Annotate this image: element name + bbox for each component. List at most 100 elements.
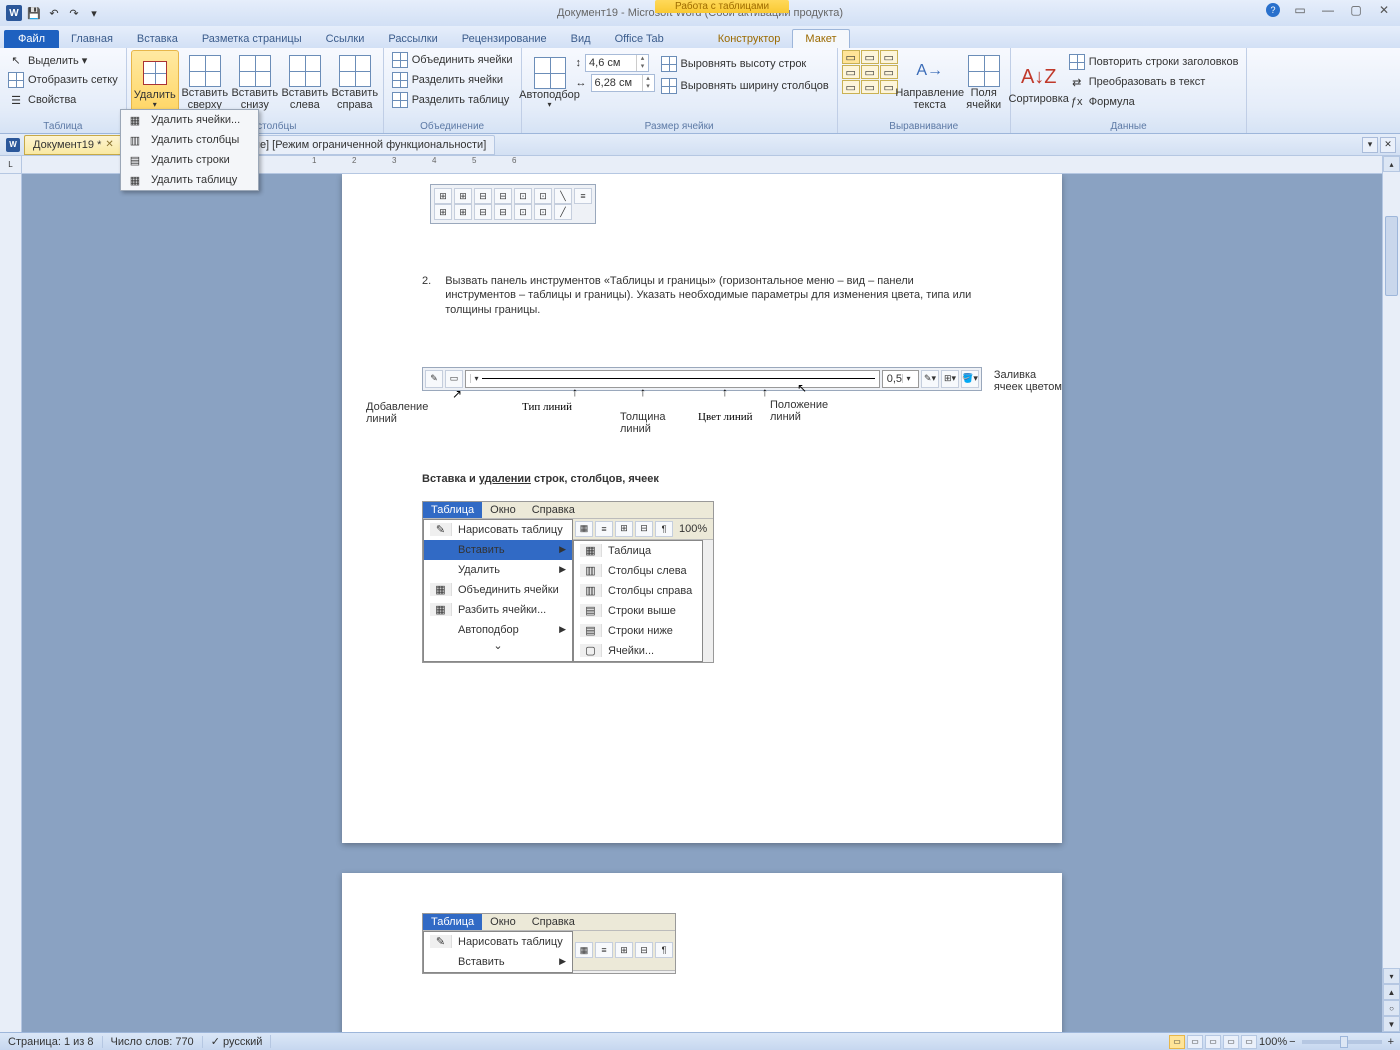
zoom-slider[interactable] <box>1302 1040 1382 1044</box>
workspace: L 123 456 ⊞⊞⊟⊟⊡⊡╲≡ ⊞⊞⊟⊟⊡⊡╱ 2. Выз <box>0 156 1400 1032</box>
view-fullscreen[interactable]: ▭ <box>1187 1035 1203 1049</box>
delete-table-item[interactable]: ▦Удалить таблицу <box>121 170 258 190</box>
group-cell-size: Автоподбор▾ ↕▴▾ ↔▴▾ Выровнять высоту стр… <box>522 48 838 133</box>
line-weight: 0,5▾ <box>882 370 919 388</box>
delete-rows-item[interactable]: ▤Удалить строки <box>121 150 258 170</box>
delete-cells-item[interactable]: ▦Удалить ячейки... <box>121 110 258 130</box>
tab-view[interactable]: Вид <box>559 30 603 48</box>
paragraph-text: Вызвать панель инструментов «Таблицы и г… <box>445 274 982 317</box>
page-2: Таблица Окно Справка ✎Нарисовать таблицу… <box>342 873 1062 1032</box>
view-print-layout[interactable]: ▭ <box>1169 1035 1185 1049</box>
status-page[interactable]: Страница: 1 из 8 <box>0 1036 103 1048</box>
tabs-close-icon[interactable]: ✕ <box>1380 137 1396 153</box>
convert-text-button[interactable]: ⇄Преобразовать в текст <box>1065 72 1243 92</box>
sort-button[interactable]: A↓ZСортировка <box>1015 50 1063 116</box>
table-tools-label: Работа с таблицами <box>655 0 789 13</box>
tab-office-tab[interactable]: Office Tab <box>603 30 676 48</box>
scroll-thumb[interactable] <box>1385 216 1398 296</box>
insert-left-button[interactable]: Вставить слева <box>281 50 329 116</box>
tab-page-layout[interactable]: Разметка страницы <box>190 30 314 48</box>
select-button[interactable]: ↖Выделить ▾ <box>4 50 122 70</box>
group-table-label: Таблица <box>4 120 122 133</box>
prev-page-icon[interactable]: ▲ <box>1383 984 1400 1000</box>
help-icon[interactable]: ? <box>1266 3 1280 17</box>
undo-icon[interactable]: ↶ <box>46 5 62 21</box>
close-icon[interactable]: ✕ <box>1372 2 1396 18</box>
zoom-out-icon[interactable]: − <box>1289 1036 1295 1048</box>
delete-dropdown: ▦Удалить ячейки... ▥Удалить столбцы ▤Уда… <box>120 109 259 191</box>
split-table-icon <box>392 92 408 108</box>
tab-close-icon[interactable]: ✕ <box>105 139 113 150</box>
zoom-value[interactable]: 100% <box>1259 1036 1287 1048</box>
insert-left-icon <box>289 55 321 87</box>
group-data-label: Данные <box>1015 120 1243 133</box>
split-cells-button[interactable]: Разделить ячейки <box>388 70 517 90</box>
tab-mailings[interactable]: Рассылки <box>376 30 449 48</box>
scroll-up-icon[interactable]: ▴ <box>1383 156 1400 172</box>
row-height-input[interactable]: ▴▾ <box>585 54 649 72</box>
next-page-icon[interactable]: ▼ <box>1383 1016 1400 1032</box>
section-heading: Вставка и удалении строк, столбцов, ячее… <box>422 471 982 487</box>
view-draft[interactable]: ▭ <box>1241 1035 1257 1049</box>
view-web[interactable]: ▭ <box>1205 1035 1221 1049</box>
group-data: A↓ZСортировка Повторить строки заголовко… <box>1011 48 1248 133</box>
split-table-button[interactable]: Разделить таблицу <box>388 90 517 110</box>
dist-cols-icon <box>661 78 677 94</box>
insert-right-button[interactable]: Вставить справа <box>331 50 379 116</box>
qat-more-icon[interactable]: ▾ <box>86 5 102 21</box>
show-grid-button[interactable]: Отобразить сетку <box>4 70 122 90</box>
repeat-header-button[interactable]: Повторить строки заголовков <box>1065 52 1243 72</box>
delete-button[interactable]: Удалить▾ <box>131 50 179 116</box>
line-style-select: ▾ <box>465 370 880 388</box>
delete-table-icon <box>139 57 171 89</box>
group-align-label: Выравнивание <box>842 120 1006 133</box>
tab-references[interactable]: Ссылки <box>314 30 377 48</box>
tabs-dropdown-icon[interactable]: ▾ <box>1362 137 1378 153</box>
autofit-button[interactable]: Автоподбор▾ <box>526 50 574 116</box>
tab-table-layout[interactable]: Макет <box>792 29 849 48</box>
status-words[interactable]: Число слов: 770 <box>103 1036 203 1048</box>
insert-below-icon <box>239 55 271 87</box>
zoom-in-icon[interactable]: + <box>1388 1036 1394 1048</box>
embedded-borders-toolbar: ⊞⊞⊟⊟⊡⊡╲≡ ⊞⊞⊟⊟⊡⊡╱ <box>430 184 596 224</box>
scroll-down-icon[interactable]: ▾ <box>1383 968 1400 984</box>
vertical-scrollbar[interactable]: ▴ ▾ ▲ ○ ▼ <box>1382 156 1400 1032</box>
document-area[interactable]: ⊞⊞⊟⊟⊡⊡╲≡ ⊞⊞⊟⊟⊡⊡╱ 2. Вызвать панель инстр… <box>22 174 1382 1032</box>
distribute-cols-button[interactable]: Выровнять ширину столбцов <box>657 76 833 96</box>
vertical-ruler[interactable] <box>0 174 22 1032</box>
ribbon-minimize-icon[interactable]: ▭ <box>1288 2 1312 18</box>
group-merge: Объединить ячейки Разделить ячейки Разде… <box>384 48 522 133</box>
properties-button[interactable]: ☰Свойства <box>4 90 122 110</box>
delete-cols-item[interactable]: ▥Удалить столбцы <box>121 130 258 150</box>
distribute-rows-button[interactable]: Выровнять высоту строк <box>657 54 833 74</box>
insert-above-button[interactable]: Вставить сверху <box>181 50 229 116</box>
minimize-icon[interactable]: — <box>1316 2 1340 18</box>
maximize-icon[interactable]: ▢ <box>1344 2 1368 18</box>
cell-margins-button[interactable]: Поля ячейки <box>962 50 1006 116</box>
insert-below-button[interactable]: Вставить снизу <box>231 50 279 116</box>
row-height-icon: ↕ <box>576 57 582 69</box>
redo-icon[interactable]: ↷ <box>66 5 82 21</box>
cursor-icon: ↖ <box>8 52 24 68</box>
ruler-corner[interactable]: L <box>0 156 22 174</box>
delete-cells-icon: ▦ <box>127 112 143 128</box>
text-direction-button[interactable]: A→Направление текста <box>900 50 960 116</box>
embedded-line-toolbar: ✎ ▭ ▾ 0,5▾ ✎▾ ⊞▾ 🪣▾ <box>422 367 982 391</box>
browse-object-icon[interactable]: ○ <box>1383 1000 1400 1016</box>
formula-button[interactable]: ƒxФормула <box>1065 92 1243 112</box>
tab-review[interactable]: Рецензирование <box>450 30 559 48</box>
tab-file[interactable]: Файл <box>4 30 59 48</box>
tab-table-design[interactable]: Конструктор <box>706 30 793 48</box>
ribbon-tabs: Файл Главная Вставка Разметка страницы С… <box>0 26 1400 48</box>
doc-tab-1[interactable]: Документ19 *✕ <box>24 135 123 155</box>
group-alignment: ▭▭▭ ▭▭▭ ▭▭▭ A→Направление текста Поля яч… <box>838 48 1011 133</box>
tab-home[interactable]: Главная <box>59 30 125 48</box>
view-outline[interactable]: ▭ <box>1223 1035 1239 1049</box>
tab-insert[interactable]: Вставка <box>125 30 190 48</box>
status-lang[interactable]: ✓ русский <box>203 1035 272 1048</box>
col-width-input[interactable]: ▴▾ <box>591 74 655 92</box>
split-icon <box>392 72 408 88</box>
alignment-grid[interactable]: ▭▭▭ ▭▭▭ ▭▭▭ <box>842 50 898 94</box>
save-icon[interactable]: 💾 <box>26 5 42 21</box>
word-icon: W <box>6 5 22 21</box>
